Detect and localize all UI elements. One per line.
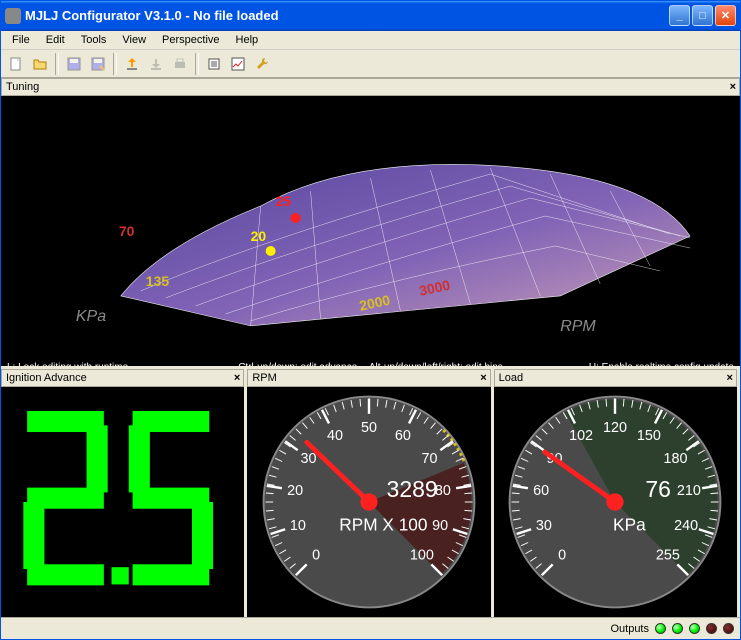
rpm-dial-svg: 01020304050607080901003289RPM X 100 [254, 387, 484, 617]
axis-y-70: 70 [119, 223, 135, 239]
hint-left: L: Lock editing with runtime [7, 362, 128, 366]
svg-text:3289: 3289 [387, 476, 438, 502]
advance-panel-label: Ignition Advance [6, 372, 87, 384]
print-icon[interactable] [169, 53, 191, 75]
output-led-2 [672, 623, 683, 634]
menu-view[interactable]: View [115, 32, 153, 48]
content-area: Tuning × [1, 78, 740, 639]
marker-yellow-dot [266, 246, 276, 256]
svg-text:20: 20 [287, 483, 303, 499]
maximize-button[interactable]: □ [692, 5, 713, 26]
svg-text:RPM X 100: RPM X 100 [339, 515, 427, 535]
svg-text:90: 90 [432, 518, 448, 534]
output-led-4 [706, 623, 717, 634]
output-led-3 [689, 623, 700, 634]
statusbar: Outputs [1, 617, 740, 639]
menubar: File Edit Tools View Perspective Help [1, 31, 740, 51]
advance-panel-title: Ignition Advance × [1, 369, 244, 387]
advance-display [1, 387, 244, 617]
svg-text:100: 100 [410, 548, 434, 564]
seven-segment-display [8, 392, 238, 612]
window-buttons: _ □ ✕ [669, 5, 736, 26]
upload-icon[interactable] [121, 53, 143, 75]
advance-panel: Ignition Advance × [1, 369, 244, 617]
svg-text:240: 240 [674, 518, 698, 534]
marker-red-dot [291, 213, 301, 223]
svg-text:70: 70 [421, 451, 437, 467]
rpm-panel-title: RPM × [247, 369, 490, 387]
svg-text:30: 30 [536, 518, 552, 534]
svg-text:255: 255 [656, 548, 680, 564]
titlebar: MJLJ Configurator V3.1.0 - No file loade… [1, 1, 740, 31]
toolbar-separator [55, 53, 59, 75]
marker-red-label: 25 [276, 193, 292, 209]
menu-edit[interactable]: Edit [39, 32, 72, 48]
advance-panel-close-icon[interactable]: × [234, 372, 240, 384]
load-dial-svg: 030609010212015018021024025576KPa [500, 387, 730, 617]
open-file-icon[interactable] [29, 53, 51, 75]
load-panel-label: Load [499, 372, 523, 384]
save-icon[interactable] [63, 53, 85, 75]
axis-rpm-label: RPM [560, 318, 596, 335]
rpm-panel-label: RPM [252, 372, 276, 384]
menu-tools[interactable]: Tools [74, 32, 114, 48]
tuning-surface-svg: KPa RPM 70 135 2000 3000 25 20 [1, 96, 740, 366]
toolbar-separator [113, 53, 117, 75]
tuning-panel-close-icon[interactable]: × [730, 81, 736, 93]
menu-perspective[interactable]: Perspective [155, 32, 226, 48]
window-title: MJLJ Configurator V3.1.0 - No file loade… [25, 8, 669, 23]
close-button[interactable]: ✕ [715, 5, 736, 26]
svg-text:102: 102 [569, 428, 593, 444]
tuning-panel-label: Tuning [6, 81, 39, 93]
marker-yellow-label: 20 [251, 228, 267, 244]
menu-file[interactable]: File [5, 32, 37, 48]
new-file-icon[interactable] [5, 53, 27, 75]
svg-text:150: 150 [637, 428, 661, 444]
download-icon[interactable] [145, 53, 167, 75]
chart-icon[interactable] [227, 53, 249, 75]
svg-text:210: 210 [677, 483, 701, 499]
hint-center: Ctrl-up/down: edit advance -- Alt-up/dow… [238, 362, 503, 366]
svg-text:50: 50 [361, 420, 377, 436]
save-as-icon[interactable] [87, 53, 109, 75]
svg-text:60: 60 [533, 483, 549, 499]
rpm-panel: RPM × 01020304050607080901003289RPM X 10… [247, 369, 490, 617]
output-led-5 [723, 623, 734, 634]
rpm-gauge: 01020304050607080901003289RPM X 100 [247, 387, 490, 617]
app-window: MJLJ Configurator V3.1.0 - No file loade… [0, 0, 741, 640]
svg-text:0: 0 [558, 548, 566, 564]
load-panel-title: Load × [494, 369, 737, 387]
config-icon[interactable] [203, 53, 225, 75]
app-icon [5, 8, 21, 24]
wrench-icon[interactable] [251, 53, 273, 75]
minimize-button[interactable]: _ [669, 5, 690, 26]
svg-text:40: 40 [327, 428, 343, 444]
axis-y-135: 135 [146, 273, 170, 289]
tuning-3d-view[interactable]: KPa RPM 70 135 2000 3000 25 20 L: Lock e… [1, 96, 740, 366]
output-led-1 [655, 623, 666, 634]
load-panel-close-icon[interactable]: × [727, 372, 733, 384]
load-gauge: 030609010212015018021024025576KPa [494, 387, 737, 617]
svg-text:60: 60 [395, 428, 411, 444]
gauge-row: Ignition Advance × [1, 366, 740, 617]
toolbar [1, 50, 740, 78]
outputs-label: Outputs [610, 623, 649, 635]
load-panel: Load × 030609010212015018021024025576KPa [494, 369, 737, 617]
toolbar-separator [195, 53, 199, 75]
hint-right: U: Enable realtime config update [589, 362, 734, 366]
axis-kpa-label: KPa [76, 308, 106, 325]
rpm-panel-close-icon[interactable]: × [480, 372, 486, 384]
svg-text:76: 76 [646, 476, 672, 502]
svg-text:10: 10 [290, 518, 306, 534]
svg-text:180: 180 [664, 451, 688, 467]
svg-text:30: 30 [301, 451, 317, 467]
svg-text:KPa: KPa [613, 515, 646, 535]
menu-help[interactable]: Help [229, 32, 266, 48]
svg-text:0: 0 [312, 548, 320, 564]
svg-text:120: 120 [603, 420, 627, 436]
tuning-panel-title: Tuning × [1, 78, 740, 96]
